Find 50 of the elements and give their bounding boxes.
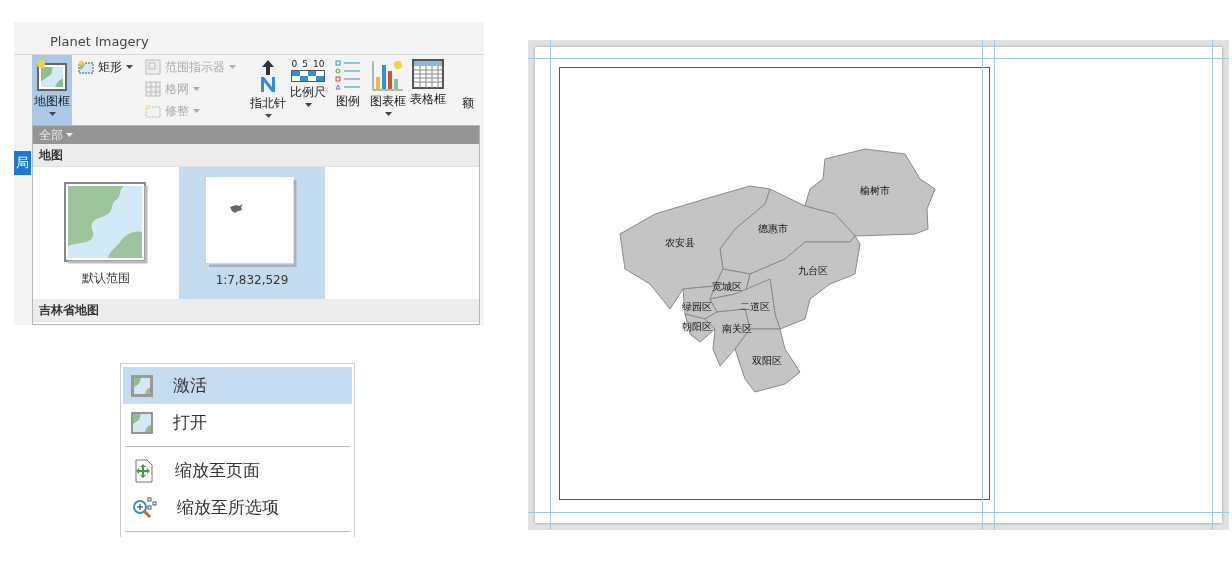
menu-item[interactable]: 缩放至页面 — [123, 452, 352, 489]
caret-icon — [193, 87, 200, 91]
layout-tab[interactable]: 局 — [14, 151, 31, 175]
map-thumbnail-icon — [64, 182, 148, 264]
district-label: 朝阳区 — [681, 320, 712, 332]
tool-button[interactable]: 图例 — [328, 55, 368, 125]
menu-item[interactable]: 激活 — [123, 367, 352, 404]
bar-chart-icon — [372, 59, 404, 91]
map-frame-icon — [131, 374, 153, 397]
section-header: 地图 — [33, 144, 479, 167]
zoom-to-selection-icon — [131, 495, 157, 520]
gallery-item[interactable]: 1:7,832,529 — [179, 167, 325, 299]
reshape-icon — [145, 104, 161, 118]
tool-button[interactable]: 图表框 — [368, 55, 408, 125]
caret-icon — [126, 65, 133, 69]
north-arrow-icon — [258, 59, 278, 93]
menu-item[interactable]: 缩放至所选项 — [123, 489, 352, 527]
caret-icon — [304, 103, 312, 107]
tool-button[interactable]: 额 — [448, 55, 484, 125]
caret-icon — [229, 65, 236, 69]
district-label: 农安县 — [664, 236, 695, 248]
district-label: 宽城区 — [711, 280, 742, 292]
district-label: 榆树市 — [859, 184, 890, 196]
ribbon-tab[interactable]: Planet Imagery — [50, 34, 149, 54]
menu-item[interactable]: 打开 — [123, 404, 352, 442]
district-label: 南关区 — [721, 322, 752, 334]
tool-button[interactable]: 矩形 — [76, 57, 135, 77]
district-label: 二道区 — [739, 300, 770, 312]
district-label: 绿园区 — [681, 300, 712, 312]
district-label: 双阳区 — [751, 354, 782, 366]
map-thumbnail-icon — [206, 177, 298, 267]
extent-indicator-icon — [145, 59, 161, 75]
section-header: 吉林省地图 — [33, 299, 479, 322]
caret-icon — [193, 109, 200, 113]
map-frame-button[interactable]: 地图框 — [32, 55, 72, 125]
tool-button[interactable]: 指北针 — [248, 55, 288, 125]
table-icon — [412, 59, 444, 89]
map-icon — [131, 411, 153, 434]
tool-button[interactable]: 0 5 10 比例尺 — [288, 55, 328, 125]
caret-icon — [384, 112, 392, 116]
grid-icon — [145, 81, 161, 97]
district-label: 德惠市 — [757, 222, 788, 234]
caret-icon — [264, 114, 272, 118]
district-label: 九台区 — [797, 264, 828, 276]
tool-button[interactable]: 表格框 — [408, 55, 448, 125]
caret-icon — [48, 112, 56, 116]
legend-icon — [335, 59, 361, 91]
caret-icon — [66, 133, 73, 137]
map-frame-icon — [35, 59, 69, 91]
rectangle-icon — [78, 60, 94, 74]
